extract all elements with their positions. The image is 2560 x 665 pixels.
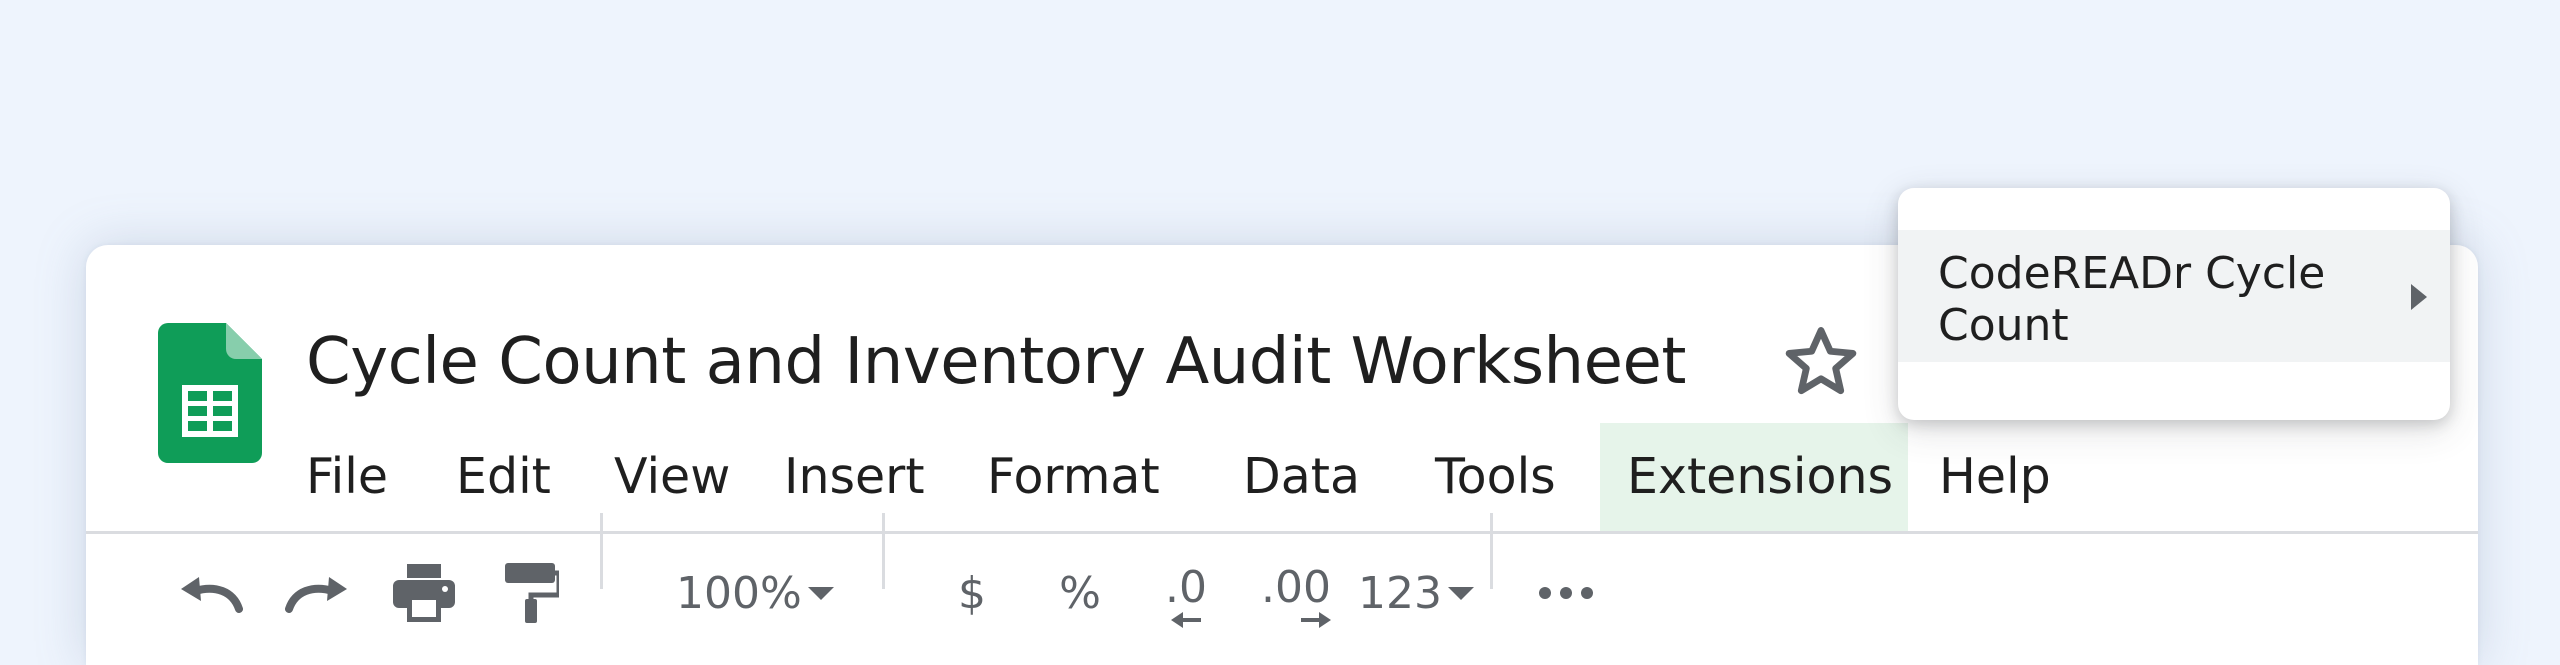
menu-view[interactable]: View (614, 423, 730, 531)
menu-item-label: CodeREADr Cycle Count (1938, 248, 2326, 351)
number-format-select[interactable]: 123 (1358, 563, 1476, 623)
extensions-dropdown: CodeREADr Cycle Count (1898, 188, 2450, 420)
menu-help[interactable]: Help (1939, 423, 2051, 531)
menu-tools[interactable]: Tools (1435, 423, 1556, 531)
print-button[interactable] (388, 557, 460, 629)
more-options-button[interactable] (1526, 563, 1606, 623)
redo-icon (285, 577, 347, 613)
menu-file[interactable]: File (306, 423, 388, 531)
arrow-left-icon (1171, 612, 1201, 628)
star-icon[interactable] (1778, 319, 1864, 405)
dropdown-caret-icon (1447, 587, 1474, 600)
zoom-select[interactable]: 100% (676, 563, 836, 623)
arrow-right-icon (1301, 612, 1331, 628)
menu-data[interactable]: Data (1243, 423, 1360, 531)
paint-format-icon (505, 563, 559, 623)
toolbar-separator (600, 513, 603, 589)
print-icon (393, 564, 455, 622)
undo-icon (181, 577, 243, 613)
menu-edit[interactable]: Edit (456, 423, 551, 531)
menu-divider (86, 531, 2478, 534)
menu-item-codereadr-cycle-count[interactable]: CodeREADr Cycle Count (1898, 230, 2450, 362)
menu-insert[interactable]: Insert (784, 423, 925, 531)
percent-format-button[interactable]: % (1050, 563, 1110, 623)
decrease-decimal-button[interactable]: .0 (1150, 557, 1222, 637)
menu-bar: File Edit View Insert Format Data Tools … (86, 423, 2478, 538)
more-icon (1539, 587, 1593, 599)
document-title[interactable]: Cycle Count and Inventory Audit Workshee… (306, 317, 1686, 407)
dropdown-caret-icon (807, 587, 834, 600)
menu-format[interactable]: Format (987, 423, 1160, 531)
redo-button[interactable] (282, 563, 354, 623)
increase-decimal-button[interactable]: .00 (1246, 557, 1346, 637)
submenu-arrow-icon (2411, 284, 2427, 310)
zoom-value: 100% (676, 567, 802, 619)
currency-format-button[interactable]: $ (942, 563, 1002, 623)
menu-extensions[interactable]: Extensions (1600, 423, 1908, 531)
undo-button[interactable] (174, 563, 246, 623)
paint-format-button[interactable] (496, 557, 568, 629)
toolbar-separator (1490, 513, 1493, 589)
toolbar-separator (882, 513, 885, 589)
